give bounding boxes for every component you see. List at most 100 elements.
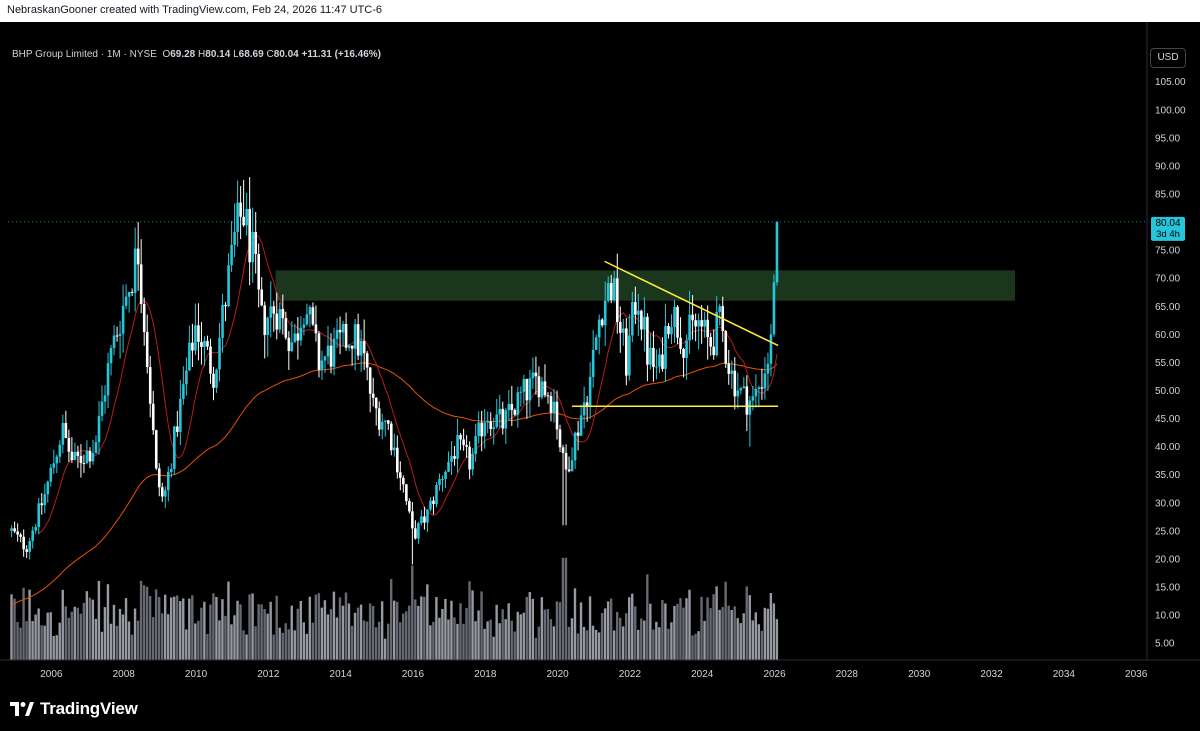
volume-bar	[76, 607, 80, 660]
candle-body	[10, 528, 13, 531]
time-tick-label: 2018	[474, 669, 497, 680]
volume-bar	[528, 592, 531, 660]
candle-body	[167, 472, 170, 491]
candle-body	[170, 468, 173, 473]
price-tick-label: 70.00	[1155, 274, 1180, 285]
candle-body	[245, 208, 248, 226]
price-tick-label: 95.00	[1155, 133, 1180, 144]
candle-body	[191, 342, 194, 351]
volume-bar	[573, 588, 577, 660]
volume-bar	[344, 592, 348, 660]
volume-bar	[534, 637, 538, 660]
candle-body	[79, 455, 83, 463]
volume-bar	[145, 586, 149, 660]
candle-body	[257, 253, 261, 290]
close-value: 80.04	[273, 49, 299, 60]
volume-bar	[112, 604, 116, 660]
volume-bar	[739, 623, 742, 660]
volume-bar	[558, 602, 562, 660]
volume-bar	[34, 614, 37, 660]
candle-body	[296, 333, 300, 341]
price-tick-label: 30.00	[1155, 498, 1180, 509]
candle-body	[218, 337, 221, 370]
price-tick-label: 65.00	[1155, 302, 1180, 313]
volume-bar	[631, 593, 634, 660]
volume-bar	[284, 623, 287, 660]
candle-body	[314, 324, 318, 334]
volume-bar	[477, 610, 480, 660]
volume-bar	[522, 612, 525, 660]
candle-body	[362, 340, 366, 354]
candle-body	[558, 429, 562, 448]
volume-bar	[555, 601, 559, 660]
chart-canvas[interactable]: 110.00105.00100.0095.0090.0085.0080.0075…	[0, 22, 1200, 692]
candle-body	[603, 300, 607, 326]
volume-bar	[453, 617, 456, 660]
candle-body	[567, 469, 571, 472]
candle-body	[618, 322, 622, 333]
candle-body	[179, 398, 182, 432]
candle-body	[127, 291, 131, 297]
candle-body	[115, 335, 119, 337]
candle-body	[673, 306, 676, 328]
volume-bar	[248, 594, 251, 660]
volume-bar	[139, 580, 143, 660]
candle-body	[694, 320, 697, 327]
volume-bar	[365, 621, 369, 660]
time-tick-label: 2028	[836, 669, 859, 680]
volume-bar	[323, 600, 327, 660]
currency-button[interactable]: USD	[1150, 48, 1186, 68]
volume-bar	[353, 612, 357, 660]
volume-bar	[362, 620, 366, 660]
candle-body	[335, 329, 339, 339]
candle-body	[631, 301, 634, 336]
time-tick-label: 2034	[1053, 669, 1076, 680]
candle-body	[492, 427, 496, 429]
candle-body	[712, 346, 715, 356]
candle-body	[124, 296, 128, 306]
candle-body	[742, 386, 746, 389]
candle-body	[293, 333, 297, 343]
volume-bar	[224, 615, 227, 660]
candle-body	[612, 278, 616, 301]
candle-body	[715, 311, 719, 356]
volume-bar	[148, 595, 152, 660]
volume-bar	[495, 604, 498, 660]
volume-bar	[251, 593, 254, 660]
volume-bar	[70, 611, 73, 660]
volume-bar	[206, 633, 209, 660]
candle-body	[383, 420, 387, 422]
candle-body	[739, 388, 743, 391]
volume-bar	[308, 596, 312, 660]
volume-bar	[58, 622, 61, 660]
candle-body	[582, 402, 586, 416]
candle-body	[263, 305, 267, 336]
candle-body	[73, 451, 77, 461]
volume-bar	[766, 608, 770, 660]
slow-moving-average	[11, 362, 778, 606]
candle-body	[112, 335, 116, 349]
volume-bar	[757, 624, 760, 660]
candle-body	[350, 345, 354, 349]
volume-bar	[194, 623, 197, 660]
candle-body	[185, 370, 188, 385]
candle-body	[22, 536, 25, 550]
candle-body	[591, 349, 595, 377]
volume-bar	[16, 622, 19, 660]
volume-bar	[100, 631, 104, 660]
volume-bar	[266, 613, 269, 660]
volume-bar	[179, 601, 182, 660]
volume-bar	[55, 635, 58, 660]
candle-body	[495, 414, 499, 428]
candle-body	[254, 231, 257, 254]
volume-bar	[25, 621, 28, 660]
candle-body	[260, 289, 264, 306]
tradingview-logo[interactable]: TradingView	[10, 698, 138, 720]
volume-bar	[588, 596, 592, 660]
candle-body	[628, 335, 631, 376]
chart-frame[interactable]: 110.00105.00100.0095.0090.0085.0080.0075…	[0, 22, 1200, 692]
candle-body	[100, 401, 104, 416]
candle-body	[438, 479, 441, 485]
volume-bar	[191, 595, 194, 660]
volume-bar	[507, 603, 510, 660]
